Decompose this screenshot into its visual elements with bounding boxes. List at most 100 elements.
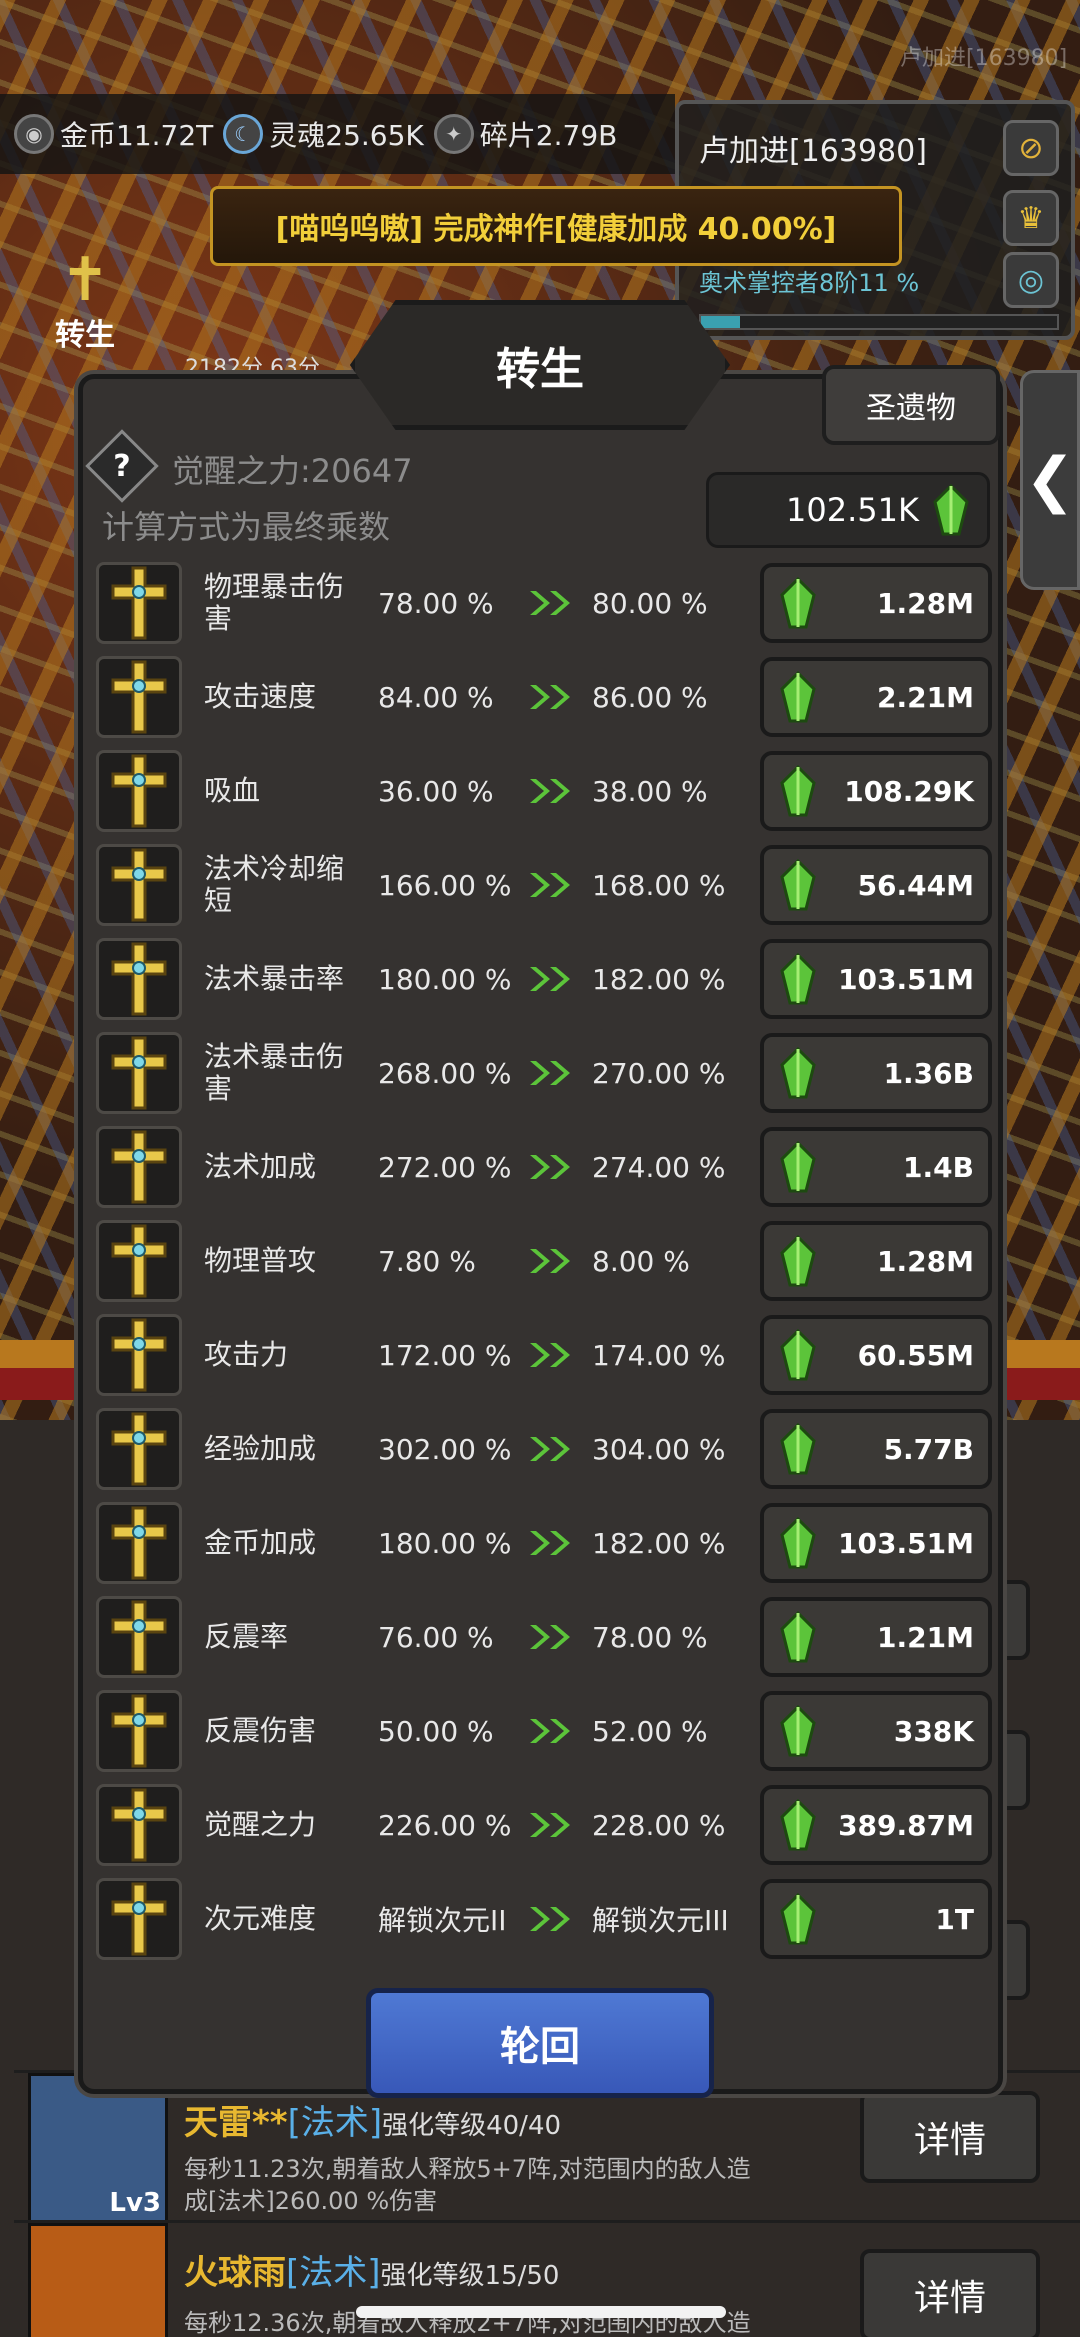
skill-enhance-level: 强化等级40/40 [382, 2111, 562, 2141]
gem-balance-value: 102.51K [786, 491, 919, 529]
upgrade-cost-button[interactable]: 1T [760, 1879, 992, 1959]
side-rebirth-shortcut[interactable]: ✝ 转生 [30, 250, 140, 354]
skill-tag: [法术] [286, 2253, 381, 2293]
stat-name: 法术冷却缩短 [204, 852, 345, 917]
stat-current-value: 166.00 % [378, 868, 512, 902]
stat-row: 法术加成 272.00 % 274.00 % 1.4B [96, 1120, 996, 1214]
green-gem-icon [778, 859, 818, 911]
upgrade-cost-button[interactable]: 1.28M [760, 1221, 992, 1301]
double-arrow-icon [528, 1622, 576, 1652]
stat-current-value: 7.80 % [378, 1244, 476, 1278]
skill-tag: [法术] [287, 2103, 383, 2143]
resource-gold: ◉ 金币11.72T [14, 114, 213, 154]
skill-enhance-level: 强化等级15/50 [380, 2261, 560, 2291]
stat-next-value: 182.00 % [592, 1526, 726, 1560]
relic-button[interactable]: 圣遗物 [822, 365, 1000, 445]
awakening-power-label: 觉醒之力:20647 [172, 452, 413, 490]
upgrade-cost-button[interactable]: 5.77B [760, 1409, 992, 1489]
double-arrow-icon [528, 1434, 576, 1464]
skill-detail-button[interactable]: 详情 [860, 2249, 1040, 2337]
stat-current-value: 180.00 % [378, 962, 512, 996]
green-gem-icon [931, 484, 971, 536]
lightning-skill-portrait: Lv3 [28, 2073, 168, 2223]
stat-current-value: 180.00 % [378, 1526, 512, 1560]
cross-icon [96, 844, 182, 926]
upgrade-cost-button[interactable]: 1.4B [760, 1127, 992, 1207]
cross-icon [96, 1220, 182, 1302]
stat-current-value: 解锁次元II [378, 1904, 507, 1937]
upgrade-cost-value: 60.55M [857, 1338, 974, 1372]
player-name: 卢加进[163980] [699, 134, 927, 169]
skill-title: 天雷**[法术]强化等级40/40 [184, 2095, 561, 2144]
skill-level-badge: Lv3 [109, 2188, 161, 2218]
crown-icon[interactable]: ♛ [1003, 190, 1059, 246]
skill-desc-line: 成[法术]260.00 %伤害 [184, 2187, 438, 2215]
stat-next-value: 38.00 % [592, 774, 708, 808]
green-gem-icon [778, 1799, 818, 1851]
upgrade-cost-button[interactable]: 1.28M [760, 563, 992, 643]
double-arrow-icon [528, 870, 576, 900]
upgrade-cost-button[interactable]: 2.21M [760, 657, 992, 737]
upgrade-cost-value: 1.36B [883, 1056, 974, 1090]
upgrade-cost-button[interactable]: 338K [760, 1691, 992, 1771]
stat-next-value: 270.00 % [592, 1056, 726, 1090]
stat-next-value: 228.00 % [592, 1808, 726, 1842]
green-gem-icon [778, 765, 818, 817]
upgrade-cost-button[interactable]: 389.87M [760, 1785, 992, 1865]
stat-current-value: 172.00 % [378, 1338, 512, 1372]
double-arrow-icon [528, 1340, 576, 1370]
upgrade-cost-button[interactable]: 103.51M [760, 1503, 992, 1583]
stat-name: 法术暴击率 [204, 962, 345, 995]
upgrade-cost-button[interactable]: 1.36B [760, 1033, 992, 1113]
double-arrow-icon [528, 1152, 576, 1182]
chevron-left-icon: ❮ [1024, 445, 1076, 515]
cross-icon [96, 750, 182, 832]
stat-next-value: 274.00 % [592, 1150, 726, 1184]
upgrade-cost-button[interactable]: 103.51M [760, 939, 992, 1019]
stat-next-value: 80.00 % [592, 586, 708, 620]
green-gem-icon [778, 1235, 818, 1287]
stat-name: 攻击速度 [204, 680, 317, 713]
stat-next-value: 86.00 % [592, 680, 708, 714]
side-rebirth-label: 转生 [55, 318, 115, 353]
swirl-icon[interactable]: ◎ [1003, 252, 1059, 308]
double-arrow-icon [528, 1904, 576, 1934]
stat-row: 次元难度 解锁次元II 解锁次元III 1T [96, 1872, 996, 1966]
double-arrow-icon [528, 1716, 576, 1746]
resource-soul-label: 灵魂25.65K [269, 119, 424, 152]
stat-row: 反震伤害 50.00 % 52.00 % 338K [96, 1684, 996, 1778]
upgrade-cost-value: 2.21M [877, 680, 974, 714]
upgrade-cost-button[interactable]: 108.29K [760, 751, 992, 831]
green-gem-icon [778, 577, 818, 629]
double-arrow-icon [528, 682, 576, 712]
skill-name: 天雷** [184, 2103, 288, 2143]
reincarnate-button[interactable]: 轮回 [366, 1988, 714, 2098]
no-ads-button[interactable]: ⊘ [1003, 120, 1059, 176]
upgrade-cost-value: 1T [935, 1902, 974, 1936]
stat-name: 攻击力 [204, 1338, 289, 1371]
fire-skill-portrait [28, 2223, 168, 2337]
home-indicator [356, 2306, 726, 2318]
stat-row: 觉醒之力 226.00 % 228.00 % 389.87M [96, 1778, 996, 1872]
green-gem-icon [778, 1517, 818, 1569]
skill-detail-button[interactable]: 详情 [860, 2091, 1040, 2183]
side-collapse-tab[interactable]: ❮ [1020, 370, 1080, 590]
dialog-title: 转生 [496, 344, 584, 395]
stat-row: 经验加成 302.00 % 304.00 % 5.77B [96, 1402, 996, 1496]
double-arrow-icon [528, 1246, 576, 1276]
green-gem-icon [778, 671, 818, 723]
stat-row: 法术暴击伤害 268.00 % 270.00 % 1.36B [96, 1026, 996, 1120]
upgrade-cost-value: 108.29K [844, 774, 974, 808]
gem-balance: 102.51K [706, 472, 990, 548]
help-icon[interactable]: ? [96, 440, 148, 492]
green-gem-icon [778, 1047, 818, 1099]
green-gem-icon [778, 953, 818, 1005]
upgrade-cost-button[interactable]: 56.44M [760, 845, 992, 925]
upgrade-cost-button[interactable]: 1.21M [760, 1597, 992, 1677]
upgrade-cost-button[interactable]: 60.55M [760, 1315, 992, 1395]
resource-gold-label: 金币11.72T [60, 119, 214, 152]
upgrade-cost-value: 338K [893, 1714, 974, 1748]
upgrade-cost-value: 103.51M [838, 962, 974, 996]
soul-icon: ☾ [223, 114, 264, 154]
upgrade-cost-value: 389.87M [838, 1808, 974, 1842]
